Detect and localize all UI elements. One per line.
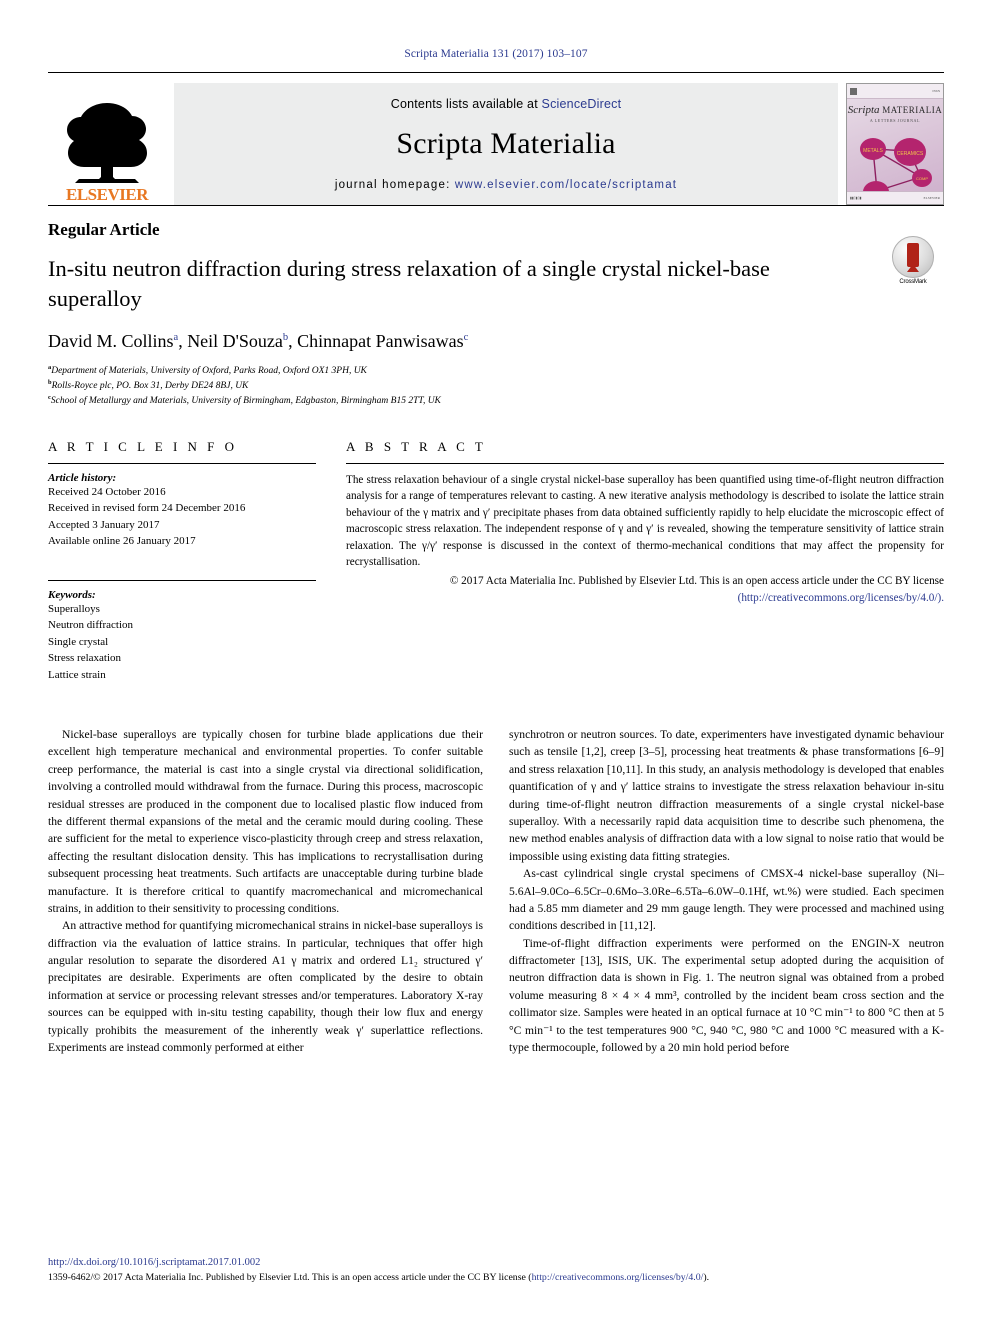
elsevier-wordmark: ELSEVIER [66, 185, 148, 204]
history-item: Accepted 3 January 2017 [48, 518, 160, 531]
footer-copyright: 1359-6462/© 2017 Acta Materialia Inc. Pu… [48, 1271, 944, 1285]
affiliation-item: aDepartment of Materials, University of … [48, 364, 944, 379]
article-history-title: Article history: [48, 471, 117, 484]
article-header: Regular Article In-situ neutron diffract… [48, 205, 944, 409]
cover-title-materialia: MATERIALIA [882, 105, 943, 115]
journal-title: Scripta Materialia [396, 127, 616, 160]
keywords-title: Keywords: [48, 588, 96, 601]
doi-link[interactable]: http://dx.doi.org/10.1016/j.scriptamat.2… [48, 1257, 944, 1268]
masthead-center: Contents lists available at ScienceDirec… [174, 83, 838, 205]
body-paragraph: Time-of-flight diffraction experiments w… [509, 936, 944, 1055]
divider [48, 579, 316, 581]
crossmark-icon [892, 236, 934, 278]
cover-subtitle: A LETTERS JOURNAL [869, 117, 921, 123]
author-name: Neil D'Souza [187, 331, 283, 352]
history-item: Available online 26 January 2017 [48, 535, 196, 548]
keyword-item: Neutron diffraction [48, 619, 134, 632]
author-affil-marker[interactable]: b [283, 332, 288, 344]
running-head: Scripta Materialia 131 (2017) 103–107 [404, 48, 588, 60]
history-item: Received in revised form 24 December 201… [48, 502, 246, 515]
cover-header-band: ISSN [847, 84, 943, 99]
affiliation-text: Rolls-Royce plc, PO. Box 31, Derby DE24 … [51, 381, 249, 392]
article-info-block: A R T I C L E I N F O Article history: R… [48, 439, 316, 684]
body-column-left: Nickel-base superalloys are typically ch… [48, 726, 483, 1056]
contents-line: Contents lists available at ScienceDirec… [391, 97, 622, 111]
affiliation-list: aDepartment of Materials, University of … [48, 364, 944, 408]
cc-license-link[interactable]: (http://creativecommons.org/licenses/by/… [738, 592, 944, 604]
author-affil-marker[interactable]: c [464, 332, 469, 344]
article-type-label: Regular Article [48, 220, 160, 239]
contents-prefix: Contents lists available at [390, 97, 542, 111]
cover-mark-icon [850, 87, 857, 95]
author-item: Neil D'Souzab [187, 331, 288, 351]
history-item: Received 24 October 2016 [48, 485, 166, 498]
body-paragraph: As-cast cylindrical single crystal speci… [509, 867, 944, 933]
homepage-line: journal homepage: www.elsevier.com/locat… [335, 179, 677, 191]
svg-text:METALS: METALS [863, 148, 883, 154]
author-affil-marker[interactable]: a [174, 332, 179, 344]
elsevier-logo: ELSEVIER [48, 83, 166, 205]
journal-cover-thumbnail: ISSN Scripta MATERIALIA A LETTERS JOURNA… [846, 83, 944, 205]
article-info-heading: A R T I C L E I N F O [48, 438, 238, 454]
keywords-block: Keywords: Superalloys Neutron diffractio… [48, 579, 316, 684]
page-footer: http://dx.doi.org/10.1016/j.scriptamat.2… [48, 1257, 944, 1285]
svg-text:COMP: COMP [916, 176, 928, 181]
cover-issn-text: ISSN [932, 89, 940, 93]
crossmark-label: CrossMark [899, 279, 927, 285]
elsevier-tree-icon [67, 103, 147, 183]
footer-copyright-prefix: 1359-6462/© 2017 Acta Materialia Inc. Pu… [48, 1272, 532, 1284]
author-item: Chinnapat Panwisawasc [297, 331, 468, 351]
divider [346, 462, 944, 464]
author-name: David M. Collins [48, 331, 174, 352]
cover-title-script: Scripta [847, 104, 880, 116]
body-paragraph: Nickel-base superalloys are typically ch… [48, 728, 483, 915]
cover-barcode-icon: ▮▮▯▮▯▮ [850, 196, 862, 200]
page-title: In-situ neutron diffraction during stres… [48, 256, 770, 311]
abstract-block: A B S T R A C T The stress relaxation be… [346, 439, 944, 684]
affiliation-item: cSchool of Metallurgy and Materials, Uni… [48, 394, 944, 409]
abstract-text: The stress relaxation behaviour of a sin… [346, 473, 944, 569]
crossmark-badge[interactable]: CrossMark [882, 236, 944, 285]
footer-copyright-suffix: ). [703, 1272, 710, 1284]
author-list: David M. Collinsa, Neil D'Souzab, Chinna… [48, 331, 469, 352]
keyword-item: Stress relaxation [48, 652, 122, 665]
author-name: Chinnapat Panwisawas [297, 331, 464, 352]
cover-title: Scripta MATERIALIA [847, 104, 943, 117]
body-column-right: synchrotron or neutron sources. To date,… [509, 726, 944, 1056]
cover-publisher-text: ELSEVIER [923, 196, 940, 200]
abstract-heading: A B S T R A C T [346, 438, 487, 454]
article-history-list: Received 24 October 2016 Received in rev… [48, 484, 316, 550]
journal-masthead: ELSEVIER Contents lists available at Sci… [48, 72, 944, 205]
affiliation-item: bRolls-Royce plc, PO. Box 31, Derby DE24… [48, 379, 944, 394]
body-paragraph: synchrotron or neutron sources. To date,… [509, 728, 944, 863]
affiliation-text: Department of Materials, University of O… [51, 366, 367, 377]
abstract-copyright-text: © 2017 Acta Materialia Inc. Published by… [449, 575, 944, 587]
affiliation-text: School of Metallurgy and Materials, Univ… [50, 395, 441, 406]
journal-homepage-link[interactable]: www.elsevier.com/locate/scriptamat [455, 179, 677, 191]
keyword-item: Single crystal [48, 635, 109, 648]
keyword-item: Lattice strain [48, 668, 106, 681]
cover-footer-band: ▮▮▯▮▯▮ ELSEVIER [847, 191, 943, 204]
body-paragraph: An attractive method for quantifying mic… [48, 919, 483, 1055]
sciencedirect-link[interactable]: ScienceDirect [542, 97, 622, 111]
homepage-prefix: journal homepage: [334, 179, 455, 191]
keywords-list: Superalloys Neutron diffraction Single c… [48, 601, 316, 684]
body-columns: Nickel-base superalloys are typically ch… [48, 726, 944, 1056]
divider [48, 462, 316, 464]
footer-license-link[interactable]: http://creativecommons.org/licenses/by/4… [532, 1272, 704, 1283]
svg-text:CERAMICS: CERAMICS [897, 151, 924, 157]
paper-page: Scripta Materialia 131 (2017) 103–107 EL… [0, 0, 992, 1323]
abstract-copyright: © 2017 Acta Materialia Inc. Published by… [346, 573, 944, 606]
author-item: David M. Collinsa [48, 331, 178, 351]
info-abstract-section: A R T I C L E I N F O Article history: R… [48, 439, 944, 684]
keyword-item: Superalloys [48, 602, 100, 615]
